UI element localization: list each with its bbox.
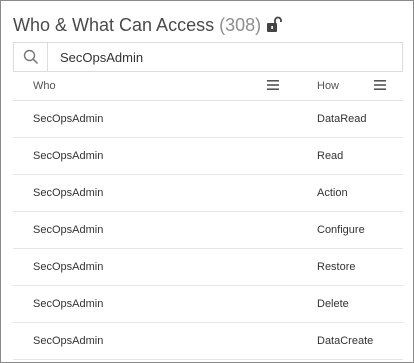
cell-who: SecOpsAdmin bbox=[33, 298, 104, 310]
table-header: Who How bbox=[13, 72, 403, 101]
table-row[interactable]: SecOpsAdmin Delete bbox=[13, 286, 403, 323]
cell-who: SecOpsAdmin bbox=[33, 261, 104, 273]
cell-how: DataRead bbox=[317, 113, 367, 125]
column-header-who[interactable]: Who bbox=[13, 72, 295, 100]
cell-who: SecOpsAdmin bbox=[33, 187, 104, 199]
table-row[interactable]: SecOpsAdmin DataCreate bbox=[13, 323, 403, 360]
panel-header: Who & What Can Access (308) bbox=[13, 13, 283, 37]
cell-how: Read bbox=[317, 150, 344, 162]
unlocked-padlock-icon[interactable] bbox=[266, 16, 283, 34]
cell-who: SecOpsAdmin bbox=[33, 113, 104, 125]
search-input[interactable] bbox=[58, 48, 392, 66]
hamburger-menu-icon[interactable] bbox=[374, 80, 386, 90]
table-row[interactable]: SecOpsAdmin Action bbox=[13, 175, 403, 212]
cell-who: SecOpsAdmin bbox=[33, 150, 104, 162]
column-label-how: How bbox=[317, 80, 340, 92]
cell-who: SecOpsAdmin bbox=[33, 224, 104, 236]
access-table: Who How SecOpsAdmin DataRead SecOpsAdmin… bbox=[13, 72, 403, 360]
table-row[interactable]: SecOpsAdmin Read bbox=[13, 138, 403, 175]
cell-how: Configure bbox=[317, 224, 365, 236]
cell-how: Delete bbox=[317, 298, 349, 310]
access-count: (308) bbox=[219, 14, 262, 35]
cell-how: DataCreate bbox=[317, 335, 374, 347]
table-row[interactable]: SecOpsAdmin Configure bbox=[13, 212, 403, 249]
search-bar bbox=[13, 42, 403, 72]
cell-how: Restore bbox=[317, 261, 356, 273]
cell-how: Action bbox=[317, 187, 348, 199]
column-label-who: Who bbox=[33, 80, 56, 92]
search-icon[interactable] bbox=[14, 43, 48, 71]
column-header-how[interactable]: How bbox=[295, 72, 403, 100]
cell-who: SecOpsAdmin bbox=[33, 335, 104, 347]
access-panel: Who & What Can Access (308) Who bbox=[0, 0, 414, 363]
table-row[interactable]: SecOpsAdmin DataRead bbox=[13, 101, 403, 138]
hamburger-menu-icon[interactable] bbox=[267, 80, 279, 90]
table-row[interactable]: SecOpsAdmin Restore bbox=[13, 249, 403, 286]
panel-title: Who & What Can Access bbox=[13, 14, 215, 35]
